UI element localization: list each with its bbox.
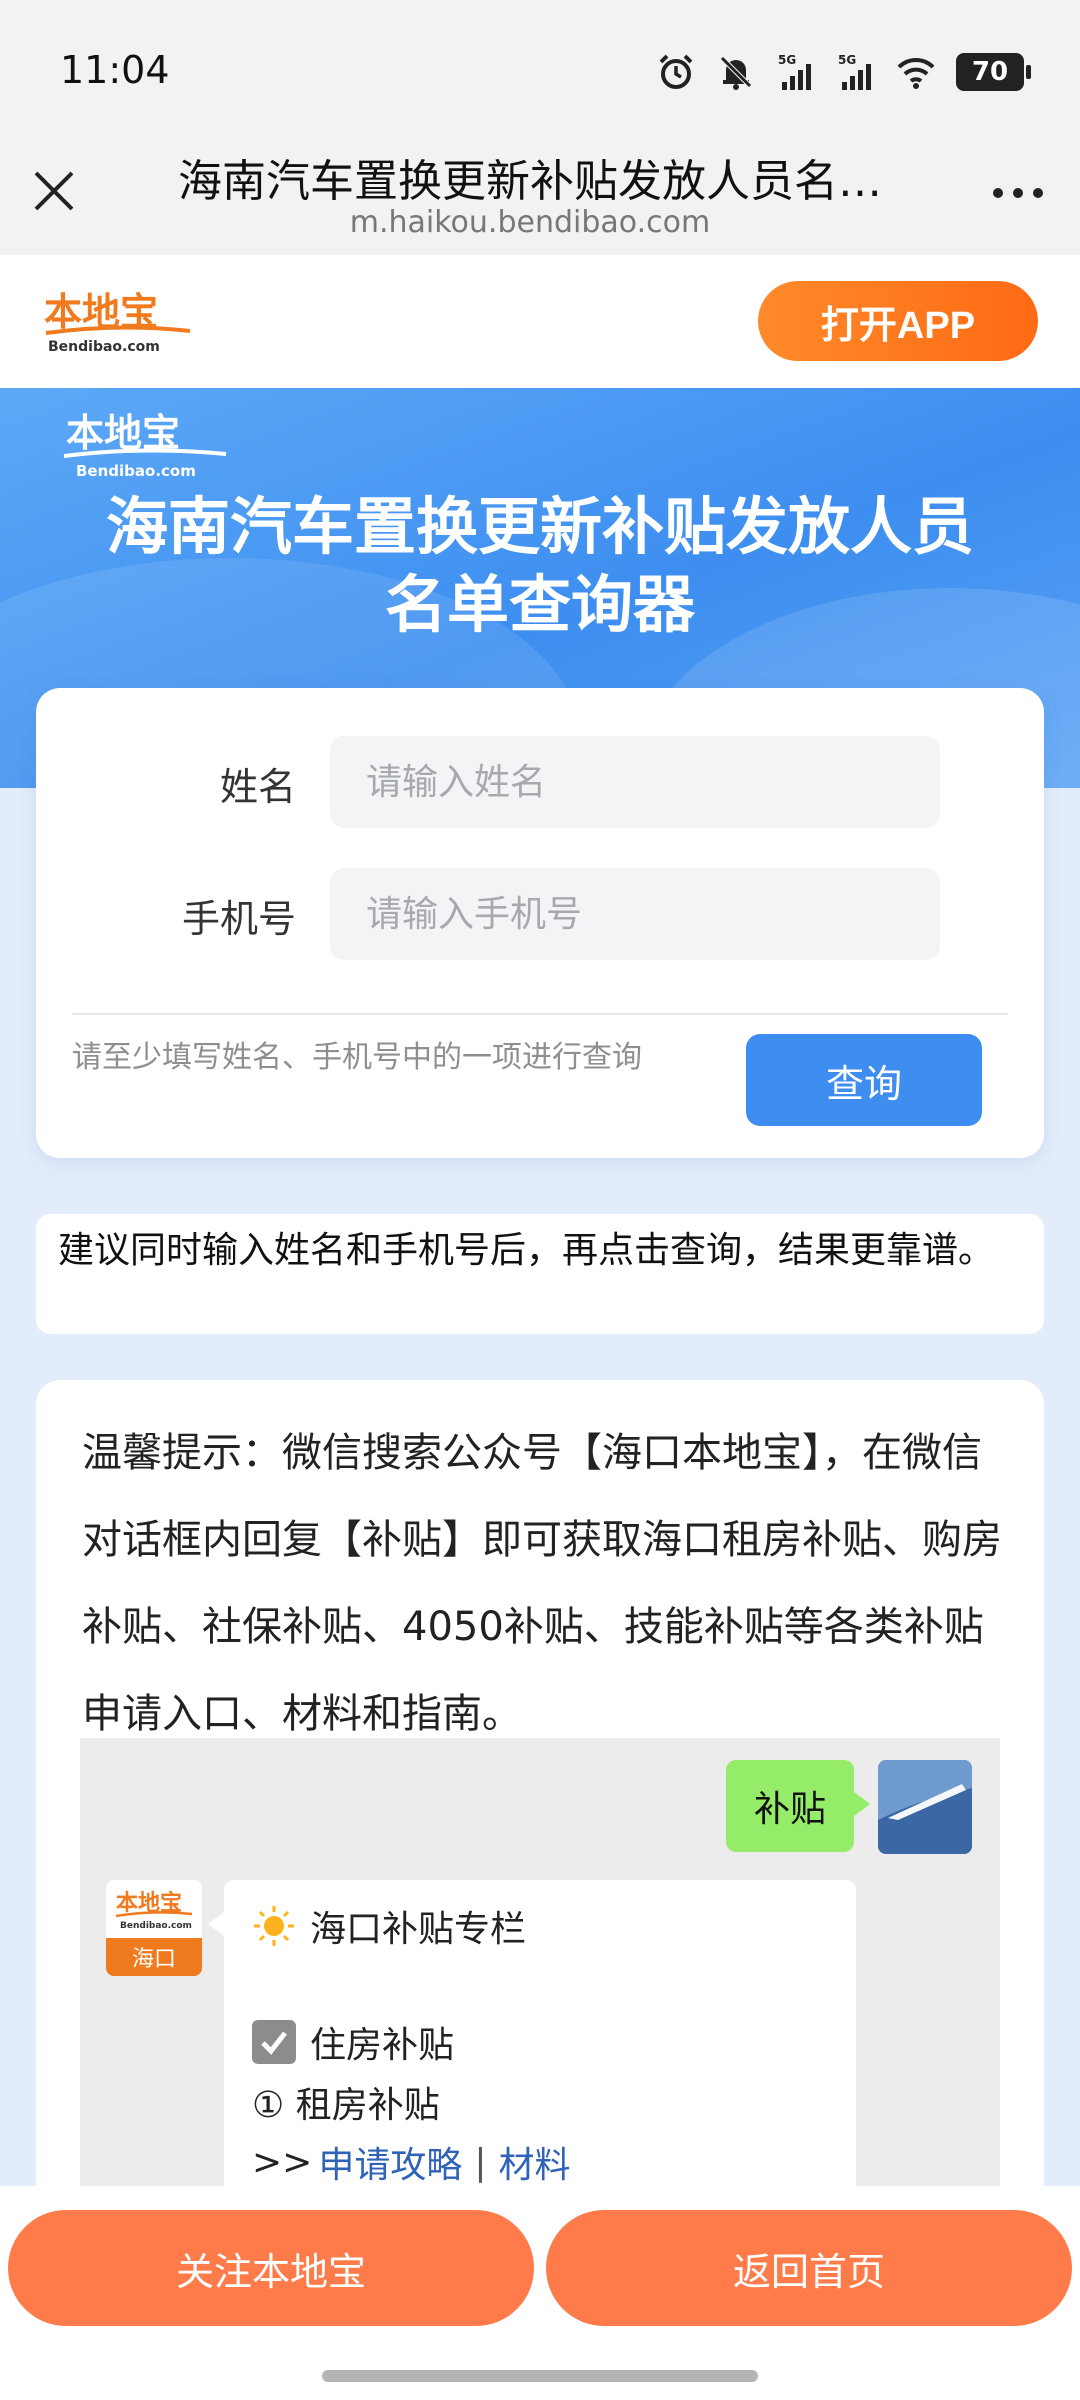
- alarm-icon: [659, 54, 693, 89]
- name-input[interactable]: [330, 736, 940, 828]
- reply-prefix: >>: [252, 2141, 313, 2183]
- phone-input[interactable]: [330, 868, 940, 960]
- open-app-button[interactable]: 打开APP: [758, 281, 1038, 361]
- battery-indicator: 70: [956, 53, 1031, 91]
- official-account-avatar: 本地宝 Bendibao.com 海口: [106, 1880, 202, 1976]
- apply-guide-link[interactable]: 申请攻略: [318, 2136, 462, 2188]
- page-title-line1: 海南汽车置换更新补贴发放人员: [105, 490, 974, 563]
- account-logo: 本地宝 Bendibao.com: [115, 1890, 193, 1931]
- reply-title-line: 海口补贴专栏: [252, 1900, 526, 1952]
- browser-page-url: m.haikou.bendibao.com: [349, 205, 711, 240]
- bottom-action-bar: 关注本地宝 返回首页: [0, 2186, 1080, 2400]
- close-icon[interactable]: [26, 163, 82, 219]
- page-title: 海南汽车置换更新补贴发放人员 名单查询器: [40, 488, 1040, 644]
- banner-logo: 本地宝 Bendibao.com: [63, 411, 227, 480]
- reply-item: ① 租房补贴: [252, 2085, 440, 2126]
- link-separator: |: [474, 2141, 487, 2183]
- sun-icon: [254, 1906, 294, 1946]
- advice-box: 建议同时输入姓名和手机号后，再点击查询，结果更靠谱。: [36, 1214, 1044, 1334]
- page-title-line2: 名单查询器: [384, 568, 695, 641]
- follow-button[interactable]: 关注本地宝: [8, 2210, 534, 2326]
- user-avatar: [878, 1760, 972, 1854]
- form-divider: [72, 1013, 1008, 1015]
- 5g-signal-icon: 5G: [838, 53, 871, 90]
- query-form: 姓名 手机号 请至少填写姓名、手机号中的一项进行查询 查询: [36, 688, 1044, 1158]
- browser-header: 海南汽车置换更新补贴发放人员名… m.haikou.bendibao.com: [0, 135, 1080, 255]
- banner-logo-text: 本地宝: [66, 411, 180, 455]
- form-hint: 请至少填写姓名、手机号中的一项进行查询: [72, 1040, 642, 1075]
- reply-section-line: 住房补贴: [252, 2016, 454, 2068]
- more-options-icon[interactable]: [986, 173, 1050, 213]
- browser-page-title: 海南汽车置换更新补贴发放人员名…: [178, 156, 882, 207]
- bendibao-logo[interactable]: 本地宝 Bendibao.com: [40, 285, 200, 361]
- logo-subtext: Bendibao.com: [48, 339, 160, 355]
- mute-icon: [720, 56, 752, 90]
- reply-links-line: >> 申请攻略 | 材料: [252, 2136, 571, 2188]
- status-time: 11:04: [60, 48, 170, 92]
- signal-label: 5G: [838, 53, 856, 67]
- tips-text: 温馨提示：微信搜索公众号【海口本地宝】，在微信对话框内回复【补贴】即可获取海口租…: [82, 1430, 1002, 1737]
- banner-logo-subtext: Bendibao.com: [76, 462, 196, 480]
- name-label: 姓名: [219, 765, 296, 809]
- account-city: 海口: [106, 1938, 202, 1976]
- phone-label: 手机号: [181, 897, 296, 941]
- account-logo-subtext: Bendibao.com: [120, 1921, 192, 1931]
- signal-label: 5G: [778, 53, 796, 67]
- my-message-bubble: 补贴: [725, 1760, 871, 1852]
- wifi-icon: [897, 57, 935, 89]
- 5g-signal-icon: 5G: [778, 53, 811, 90]
- status-icons: 5G 5G 70: [656, 50, 1031, 94]
- reply-section: 住房补贴: [310, 2025, 455, 2066]
- checkbox-icon: [252, 2020, 296, 2064]
- reply-title: 海口补贴专栏: [310, 1909, 527, 1950]
- query-button[interactable]: 查询: [746, 1034, 982, 1126]
- status-bar: 11:04 5G 5G 70: [0, 0, 1080, 135]
- back-home-button[interactable]: 返回首页: [546, 2210, 1072, 2326]
- home-indicator[interactable]: [322, 2370, 758, 2382]
- site-header: 本地宝 Bendibao.com 打开APP: [0, 255, 1080, 388]
- materials-link[interactable]: 材料: [498, 2136, 570, 2188]
